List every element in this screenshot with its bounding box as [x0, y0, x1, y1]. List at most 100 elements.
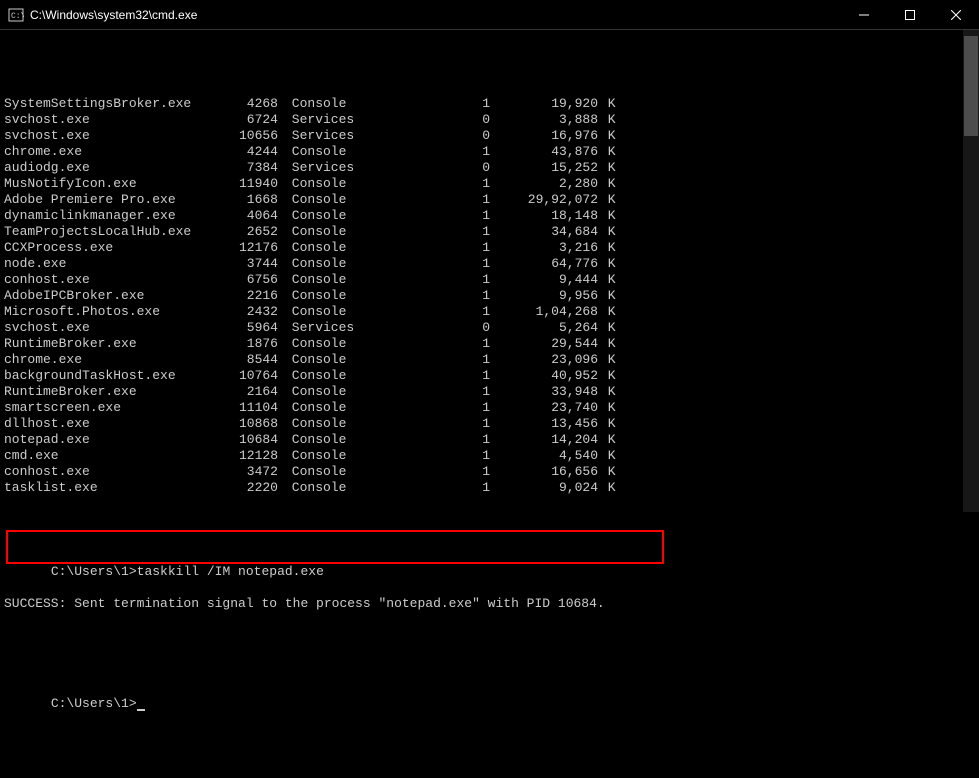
process-session-no: 1 [358, 400, 490, 416]
maximize-button[interactable] [887, 0, 933, 30]
process-session-no: 1 [358, 432, 490, 448]
process-pid: 2220 [214, 480, 278, 496]
process-row: Adobe Premiere Pro.exe1668 Console129,92… [4, 192, 975, 208]
process-session: Console [278, 416, 358, 432]
cmd-icon: C:\ [8, 7, 24, 23]
process-session-no: 1 [358, 96, 490, 112]
process-name: MusNotifyIcon.exe [4, 176, 214, 192]
process-row: svchost.exe10656 Services016,976 K [4, 128, 975, 144]
process-memory: 64,776 [490, 256, 598, 272]
process-pid: 1876 [214, 336, 278, 352]
process-row: dllhost.exe10868 Console113,456 K [4, 416, 975, 432]
process-session-no: 1 [358, 144, 490, 160]
scrollbar-thumb[interactable] [964, 36, 978, 136]
process-session: Console [278, 240, 358, 256]
cursor [137, 709, 145, 711]
process-session-no: 1 [358, 336, 490, 352]
process-pid: 10656 [214, 128, 278, 144]
process-row: Microsoft.Photos.exe2432 Console11,04,26… [4, 304, 975, 320]
process-pid: 3472 [214, 464, 278, 480]
process-name: smartscreen.exe [4, 400, 214, 416]
process-pid: 5964 [214, 320, 278, 336]
prompt: C:\Users\1> [51, 696, 137, 711]
process-name: AdobeIPCBroker.exe [4, 288, 214, 304]
process-session: Console [278, 352, 358, 368]
prompt: C:\Users\1> [51, 564, 137, 579]
process-session: Console [278, 224, 358, 240]
memory-unit: K [598, 176, 616, 192]
process-memory: 3,888 [490, 112, 598, 128]
process-session: Console [278, 336, 358, 352]
process-row: chrome.exe8544 Console123,096 K [4, 352, 975, 368]
process-row: backgroundTaskHost.exe10764 Console140,9… [4, 368, 975, 384]
memory-unit: K [598, 192, 616, 208]
process-session: Console [278, 176, 358, 192]
process-row: svchost.exe5964 Services05,264 K [4, 320, 975, 336]
process-memory: 16,656 [490, 464, 598, 480]
process-session: Console [278, 288, 358, 304]
process-row: audiodg.exe7384 Services015,252 K [4, 160, 975, 176]
process-session-no: 1 [358, 176, 490, 192]
process-row: conhost.exe3472 Console116,656 K [4, 464, 975, 480]
process-session-no: 1 [358, 416, 490, 432]
close-button[interactable] [933, 0, 979, 30]
memory-unit: K [598, 416, 616, 432]
memory-unit: K [598, 432, 616, 448]
process-session: Services [278, 320, 358, 336]
process-memory: 1,04,268 [490, 304, 598, 320]
process-session-no: 1 [358, 384, 490, 400]
process-memory: 14,204 [490, 432, 598, 448]
memory-unit: K [598, 160, 616, 176]
process-session: Console [278, 208, 358, 224]
process-memory: 2,280 [490, 176, 598, 192]
process-pid: 4268 [214, 96, 278, 112]
memory-unit: K [598, 400, 616, 416]
process-memory: 23,740 [490, 400, 598, 416]
process-name: cmd.exe [4, 448, 214, 464]
process-name: SystemSettingsBroker.exe [4, 96, 214, 112]
title-left: C:\ C:\Windows\system32\cmd.exe [0, 7, 197, 23]
process-pid: 2164 [214, 384, 278, 400]
process-pid: 2652 [214, 224, 278, 240]
process-session-no: 1 [358, 192, 490, 208]
memory-unit: K [598, 224, 616, 240]
process-session-no: 1 [358, 480, 490, 496]
minimize-button[interactable] [841, 0, 887, 30]
command-text: taskkill /IM notepad.exe [137, 564, 324, 579]
process-row: smartscreen.exe11104 Console123,740 K [4, 400, 975, 416]
command-block-2: C:\Users\1> [4, 680, 975, 728]
process-pid: 11940 [214, 176, 278, 192]
memory-unit: K [598, 288, 616, 304]
process-session-no: 1 [358, 256, 490, 272]
process-name: svchost.exe [4, 128, 214, 144]
process-name: chrome.exe [4, 352, 214, 368]
process-name: TeamProjectsLocalHub.exe [4, 224, 214, 240]
process-session: Console [278, 144, 358, 160]
memory-unit: K [598, 320, 616, 336]
process-session: Console [278, 192, 358, 208]
vertical-scrollbar[interactable] [963, 30, 979, 512]
process-session: Console [278, 272, 358, 288]
window-title: C:\Windows\system32\cmd.exe [30, 8, 197, 22]
memory-unit: K [598, 352, 616, 368]
process-name: node.exe [4, 256, 214, 272]
process-name: chrome.exe [4, 144, 214, 160]
process-name: conhost.exe [4, 272, 214, 288]
command-output: SUCCESS: Sent termination signal to the … [4, 596, 975, 612]
process-memory: 3,216 [490, 240, 598, 256]
process-session-no: 1 [358, 208, 490, 224]
process-memory: 19,920 [490, 96, 598, 112]
process-pid: 6756 [214, 272, 278, 288]
memory-unit: K [598, 448, 616, 464]
process-row: conhost.exe6756 Console19,444 K [4, 272, 975, 288]
process-session-no: 0 [358, 112, 490, 128]
process-pid: 2432 [214, 304, 278, 320]
terminal-output[interactable]: SystemSettingsBroker.exe4268 Console119,… [0, 30, 979, 778]
process-pid: 10684 [214, 432, 278, 448]
process-session-no: 0 [358, 128, 490, 144]
process-session: Console [278, 480, 358, 496]
process-session: Console [278, 368, 358, 384]
process-name: RuntimeBroker.exe [4, 336, 214, 352]
process-session-no: 1 [358, 288, 490, 304]
process-pid: 8544 [214, 352, 278, 368]
